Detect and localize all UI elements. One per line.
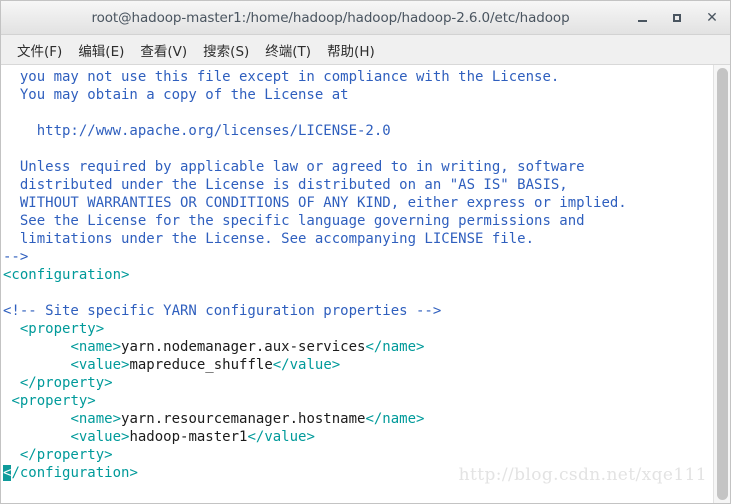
editor-line: <name>yarn.nodemanager.aux-services</nam… bbox=[3, 338, 713, 356]
menu-item-search[interactable]: 搜索(S) bbox=[195, 37, 257, 63]
minimize-icon bbox=[637, 19, 647, 22]
editor-line: </property> bbox=[3, 446, 713, 464]
text-segment bbox=[3, 357, 70, 373]
vertical-scrollbar[interactable] bbox=[713, 65, 730, 503]
maximize-button[interactable] bbox=[669, 10, 685, 26]
editor-line: limitations under the License. See accom… bbox=[3, 230, 713, 248]
text-segment: </value> bbox=[247, 429, 315, 445]
text-segment: yarn.nodemanager.aux-services bbox=[121, 339, 366, 355]
text-segment: See the License for the specific languag… bbox=[3, 213, 585, 229]
menu-item-file[interactable]: 文件(F) bbox=[9, 37, 70, 63]
editor-line: http://www.apache.org/licenses/LICENSE-2… bbox=[3, 122, 713, 140]
editor-line: <value>hadoop-master1</value> bbox=[3, 428, 713, 446]
title-bar: root@hadoop-master1:/home/hadoop/hadoop/… bbox=[1, 1, 730, 35]
text-segment: <!-- Site specific YARN configuration pr… bbox=[3, 303, 442, 319]
text-segment: mapreduce_shuffle bbox=[129, 357, 273, 373]
window-title: root@hadoop-master1:/home/hadoop/hadoop/… bbox=[91, 9, 570, 26]
text-segment: <property> bbox=[11, 393, 96, 409]
text-segment: <value> bbox=[70, 429, 130, 445]
text-segment: <configuration> bbox=[3, 267, 130, 283]
text-segment: --> bbox=[3, 249, 29, 265]
menu-item-view[interactable]: 查看(V) bbox=[132, 37, 195, 63]
editor-line: See the License for the specific languag… bbox=[3, 212, 713, 230]
status-file-info: "yarn-site.xml" 26L, 923C bbox=[3, 502, 214, 503]
editor-line: Unless required by applicable law or agr… bbox=[3, 158, 713, 176]
text-segment bbox=[3, 429, 70, 445]
text-segment bbox=[3, 321, 20, 337]
menu-bar: 文件(F) 编辑(E) 查看(V) 搜索(S) 终端(T) 帮助(H) bbox=[1, 35, 730, 65]
text-segment: /configuration> bbox=[11, 465, 138, 481]
editor-line: --> bbox=[3, 248, 713, 266]
text-segment: yarn.resourcemanager.hostname bbox=[121, 411, 366, 427]
vim-status-line: "yarn-site.xml" 26L, 923C 26,1 底端 bbox=[3, 484, 713, 502]
text-segment: limitations under the License. See accom… bbox=[3, 231, 535, 247]
text-segment: you may not use this file except in comp… bbox=[3, 69, 560, 85]
text-segment: distributed under the License is distrib… bbox=[3, 177, 568, 193]
text-segment bbox=[3, 375, 20, 391]
editor-line: <name>yarn.resourcemanager.hostname</nam… bbox=[3, 410, 713, 428]
terminal-body: http://blog.csdn.net/xqe111 you may not … bbox=[1, 65, 730, 503]
text-segment: </property> bbox=[19, 447, 113, 463]
close-button[interactable]: ✕ bbox=[704, 10, 720, 26]
menu-item-help[interactable]: 帮助(H) bbox=[319, 37, 383, 63]
menu-item-terminal[interactable]: 终端(T) bbox=[257, 37, 319, 63]
text-segment: <value> bbox=[70, 357, 130, 373]
text-segment: </name> bbox=[365, 411, 425, 427]
text-segment bbox=[3, 411, 70, 427]
editor-line: <!-- Site specific YARN configuration pr… bbox=[3, 302, 713, 320]
editor-line: WITHOUT WARRANTIES OR CONDITIONS OF ANY … bbox=[3, 194, 713, 212]
editor-line: you may not use this file except in comp… bbox=[3, 68, 713, 86]
editor-line: </configuration> bbox=[3, 464, 713, 482]
editor-line: You may obtain a copy of the License at bbox=[3, 86, 713, 104]
text-segment: WITHOUT WARRANTIES OR CONDITIONS OF ANY … bbox=[3, 195, 627, 211]
text-segment: Unless required by applicable law or agr… bbox=[3, 159, 585, 175]
editor-line: <property> bbox=[3, 320, 713, 338]
editor-line: <value>mapreduce_shuffle</value> bbox=[3, 356, 713, 374]
editor-line: </property> bbox=[3, 374, 713, 392]
text-segment bbox=[3, 447, 20, 463]
editor-line: distributed under the License is distrib… bbox=[3, 176, 713, 194]
text-segment: hadoop-master1 bbox=[129, 429, 248, 445]
terminal-screen[interactable]: http://blog.csdn.net/xqe111 you may not … bbox=[1, 65, 713, 503]
menu-item-edit[interactable]: 编辑(E) bbox=[70, 37, 132, 63]
text-segment: </name> bbox=[365, 339, 425, 355]
text-segment: <property> bbox=[19, 321, 105, 337]
editor-text-area[interactable]: you may not use this file except in comp… bbox=[3, 68, 713, 482]
terminal-window: root@hadoop-master1:/home/hadoop/hadoop/… bbox=[0, 0, 731, 504]
scrollbar-thumb[interactable] bbox=[717, 68, 728, 500]
maximize-icon bbox=[673, 13, 681, 22]
close-icon: ✕ bbox=[706, 9, 718, 26]
window-controls: ✕ bbox=[634, 1, 720, 34]
text-segment: </value> bbox=[272, 357, 341, 373]
text-segment: <name> bbox=[70, 339, 122, 355]
editor-line: <configuration> bbox=[3, 266, 713, 284]
text-segment bbox=[3, 339, 70, 355]
editor-line: <property> bbox=[3, 392, 713, 410]
text-segment: http://www.apache.org/licenses/LICENSE-2… bbox=[3, 123, 391, 139]
text-segment: You may obtain a copy of the License at bbox=[3, 87, 349, 103]
text-segment: </property> bbox=[19, 375, 113, 391]
minimize-button[interactable] bbox=[634, 10, 650, 26]
text-segment: <name> bbox=[70, 411, 122, 427]
